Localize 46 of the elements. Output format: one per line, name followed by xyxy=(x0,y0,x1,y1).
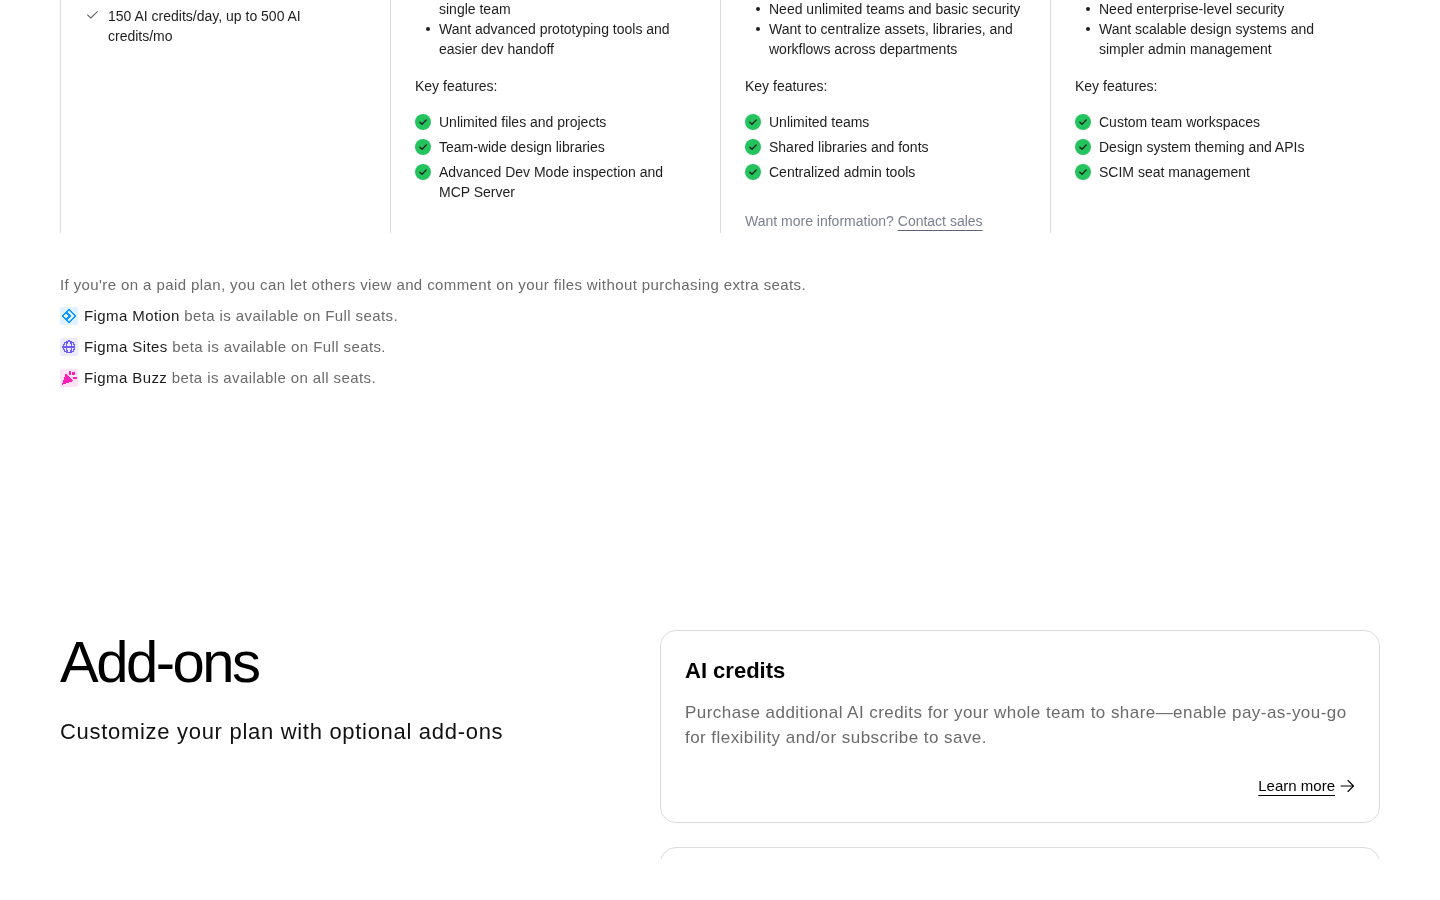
check-circle-icon xyxy=(1075,114,1091,130)
feature-text: Advanced Dev Mode inspection and MCP Server xyxy=(439,163,665,202)
check-circle-icon xyxy=(415,164,431,180)
check-circle-icon xyxy=(1075,139,1091,155)
check-circle-icon xyxy=(1075,164,1091,180)
beta-note: Figma Sites beta is available on Full seats. xyxy=(84,337,386,357)
bullet-icon xyxy=(1086,7,1090,11)
learn-more-link[interactable]: Learn more xyxy=(1258,776,1355,796)
beta-note: Figma Buzz beta is available on all seats. xyxy=(84,368,376,388)
key-features-label: Key features: xyxy=(415,77,499,96)
check-icon xyxy=(87,11,98,19)
feature-text: SCIM seat management xyxy=(1099,163,1250,182)
bullet-icon xyxy=(1086,27,1090,31)
check-circle-icon xyxy=(745,114,761,130)
seat-note: If you're on a paid plan, you can let others view and comment on your files without purchasing extra seats. xyxy=(60,275,808,295)
feature-text: Unlimited teams xyxy=(769,113,870,132)
section-subtitle: Customize your plan with optional add-ons xyxy=(60,718,505,746)
feature-text: Centralized admin tools xyxy=(769,163,916,182)
section-title: Add-ons xyxy=(60,630,260,694)
bullet-icon xyxy=(756,27,760,31)
feature-text: Team-wide design libraries xyxy=(439,138,605,157)
feature-text: Design system theming and APIs xyxy=(1099,138,1305,157)
audience-text: Need unlimited teams and basic security xyxy=(769,0,1021,19)
audience-text: Want scalable design systems and simpler admin management xyxy=(1099,20,1316,59)
contact-sales-link[interactable]: Contact sales xyxy=(897,213,983,229)
bullet-icon xyxy=(756,7,760,11)
key-features-label: Key features: xyxy=(745,77,829,96)
check-circle-icon xyxy=(415,114,431,130)
check-circle-icon xyxy=(745,164,761,180)
audience-text: single team xyxy=(439,0,511,19)
audience-text: Want advanced prototyping tools and easier dev handoff xyxy=(439,20,671,59)
feature-text: Custom team workspaces xyxy=(1099,113,1261,132)
check-circle-icon xyxy=(415,139,431,155)
key-features-label: Key features: xyxy=(1075,77,1159,96)
arrow-right-icon xyxy=(1340,779,1355,793)
addon-card-title: AI credits xyxy=(685,657,787,685)
check-circle-icon xyxy=(745,139,761,155)
audience-text: Want to centralize assets, libraries, and workflows across departments xyxy=(769,20,1014,59)
beta-note: Figma Motion beta is available on Full seats. xyxy=(84,306,398,326)
feature-text: 150 AI credits/day, up to 500 AI credits/mo xyxy=(108,7,302,46)
audience-text: Need enterprise-level security xyxy=(1099,0,1285,19)
feature-text: Unlimited files and projects xyxy=(439,113,607,132)
contact-sales-note: Want more information? Contact sales xyxy=(745,212,984,231)
feature-text: Shared libraries and fonts xyxy=(769,138,929,157)
bullet-icon xyxy=(426,27,430,31)
addon-card-description: Purchase additional AI credits for your whole team to share—enable pay-as-you-go for flexibility and/or subscribe to save. xyxy=(685,702,1348,749)
